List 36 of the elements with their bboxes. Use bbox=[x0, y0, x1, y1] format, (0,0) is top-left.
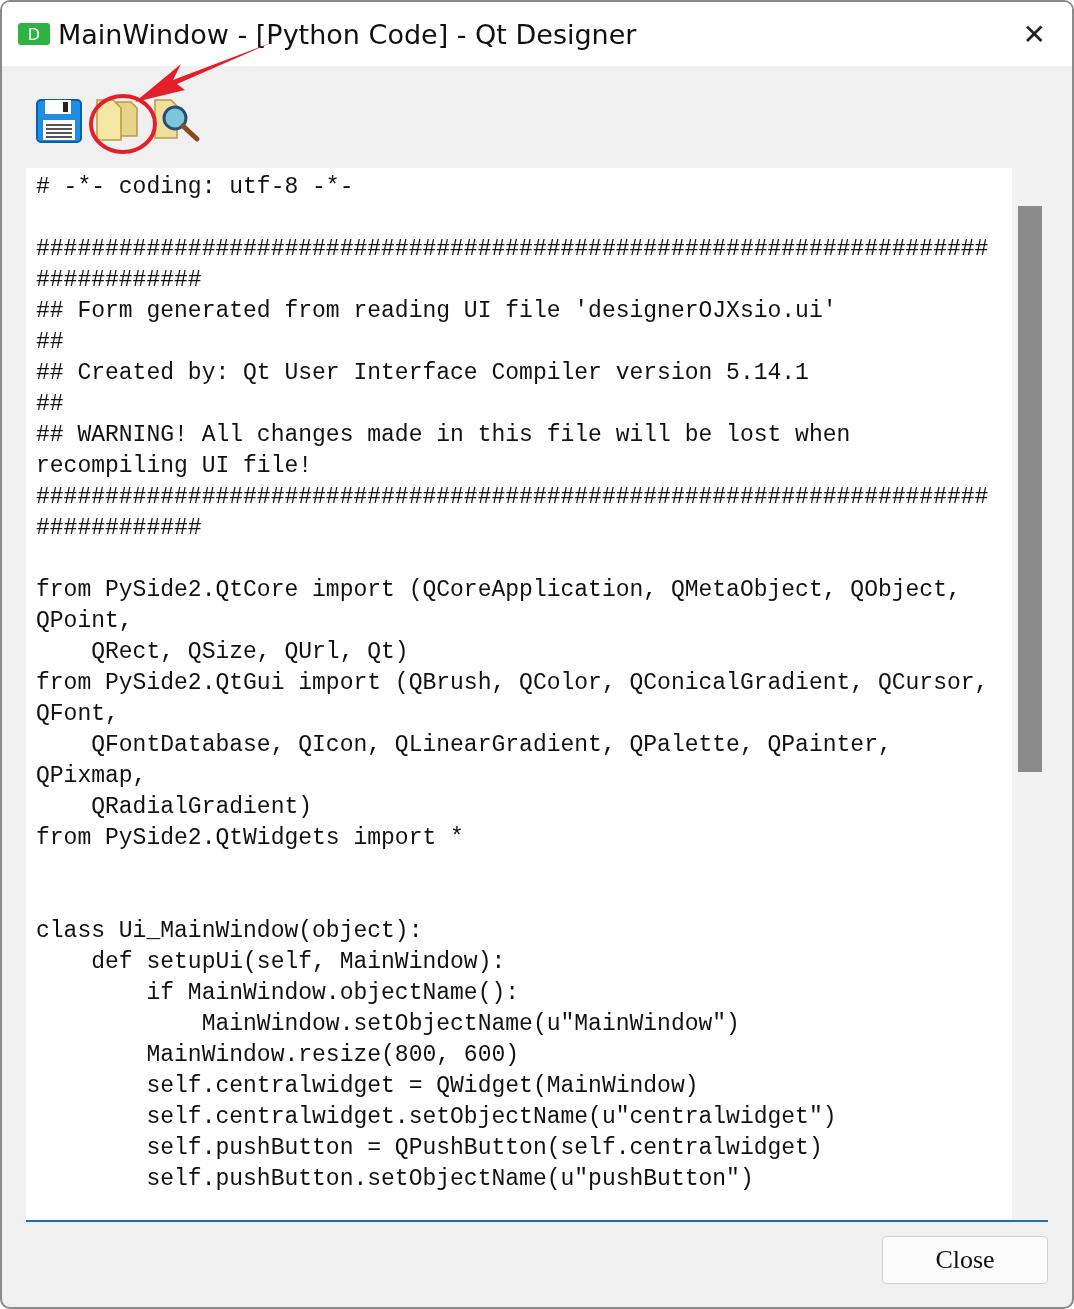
app-icon: D bbox=[18, 23, 50, 45]
code-line: if MainWindow.objectName(): bbox=[145, 979, 521, 1008]
code-line: ## WARNING! All changes made in this file will be lost when bbox=[36, 421, 852, 450]
annotation-circle bbox=[88, 93, 158, 155]
code-line: QRadialGradient) bbox=[90, 793, 314, 822]
code-line: ## bbox=[36, 390, 65, 419]
code-line: self.centralwidget = QWidget(MainWindow) bbox=[145, 1072, 700, 1101]
code-line: ############ bbox=[36, 514, 203, 543]
window-title: MainWindow - [Python Code] - Qt Designer bbox=[58, 18, 638, 50]
code-line: class Ui_MainWindow(object): bbox=[36, 917, 424, 946]
scrollbar-thumb[interactable] bbox=[1018, 206, 1042, 772]
code-line: QFontDatabase, QIcon, QLinearGradient, QPalette, QPainter, bbox=[90, 731, 893, 760]
close-button[interactable]: Close bbox=[882, 1236, 1048, 1284]
code-line: QFont, bbox=[36, 700, 120, 729]
code-line: self.centralwidget.setObjectName(u"centralwidget") bbox=[145, 1103, 838, 1132]
save-icon[interactable] bbox=[35, 96, 83, 144]
code-line: MainWindow.resize(800, 600) bbox=[145, 1041, 521, 1070]
code-line: # -*- coding: utf-8 -*- bbox=[36, 173, 355, 202]
code-line: QRect, QSize, QUrl, Qt) bbox=[90, 638, 410, 667]
close-icon[interactable]: ✕ bbox=[1012, 17, 1056, 51]
code-line: ##################################################################### bbox=[36, 483, 990, 512]
code-line: ## bbox=[36, 328, 65, 357]
code-line: self.pushButton.setObjectName(u"pushButton") bbox=[145, 1165, 755, 1194]
code-line: ## Form generated from reading UI file 'designerOJXsio.ui' bbox=[36, 297, 838, 326]
code-line: from PySide2.QtWidgets import * bbox=[36, 824, 465, 853]
code-line: ############ bbox=[36, 266, 203, 295]
code-line: MainWindow.setObjectName(u"MainWindow") bbox=[200, 1010, 741, 1039]
code-line: recompiling UI file! bbox=[36, 452, 314, 481]
code-line: def setupUi(self, MainWindow): bbox=[90, 948, 507, 977]
code-line: QPixmap, bbox=[36, 762, 148, 791]
code-line: from PySide2.QtCore import (QCoreApplication, QMetaObject, QObject, bbox=[36, 576, 962, 605]
code-line: ## Created by: Qt User Interface Compiler version 5.14.1 bbox=[36, 359, 810, 388]
code-line: QPoint, bbox=[36, 607, 134, 636]
code-line: self.pushButton = QPushButton(self.centralwidget) bbox=[145, 1134, 824, 1163]
code-line: ##################################################################### bbox=[36, 235, 990, 264]
code-line: from PySide2.QtGui import (QBrush, QColor, QConicalGradient, QCursor, bbox=[36, 669, 990, 698]
